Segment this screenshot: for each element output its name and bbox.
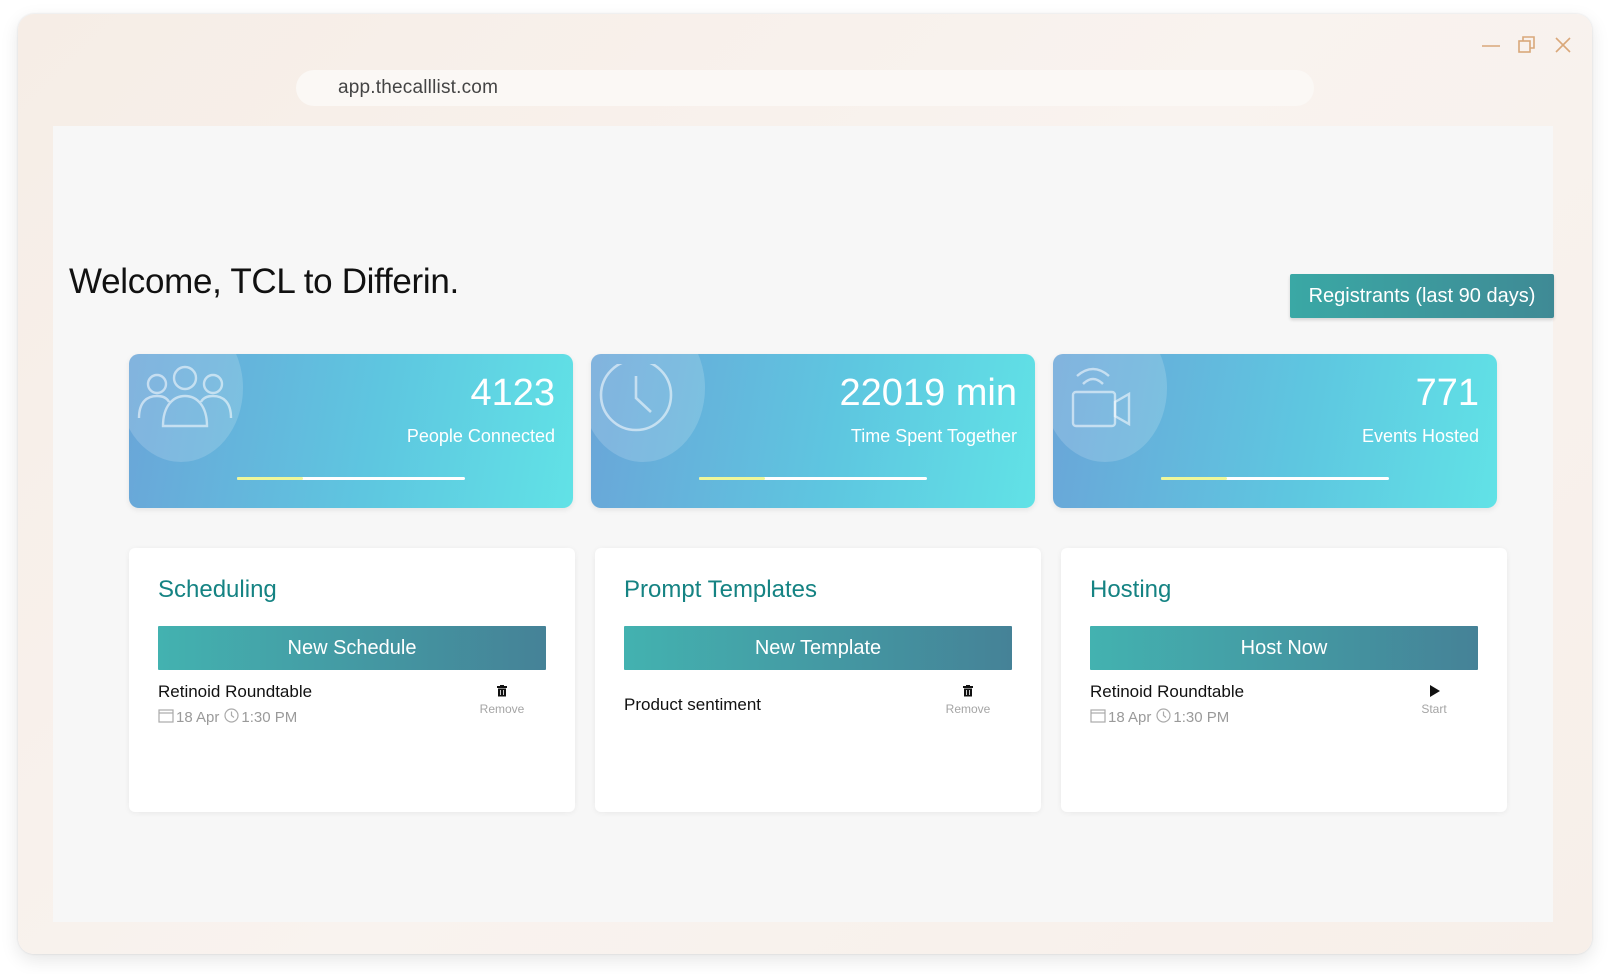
calendar-icon xyxy=(1090,708,1106,727)
list-item[interactable]: Retinoid Roundtable 18 Apr 1:30 PM Start xyxy=(1090,682,1478,727)
stat-card-time: 22019 min Time Spent Together xyxy=(591,354,1035,508)
clock-small-icon xyxy=(224,708,239,727)
item-time: 1:30 PM xyxy=(1173,709,1230,726)
remove-button[interactable]: Remove xyxy=(472,682,532,716)
scheduling-panel: Scheduling New Schedule Retinoid Roundta… xyxy=(129,548,575,812)
stat-progress-fill xyxy=(699,477,766,480)
restore-icon[interactable] xyxy=(1516,34,1538,56)
minimize-icon[interactable] xyxy=(1480,34,1502,56)
item-time: 1:30 PM xyxy=(241,709,298,726)
new-schedule-button[interactable]: New Schedule xyxy=(158,626,546,670)
item-date: 18 Apr xyxy=(176,709,220,726)
stat-card-events: 771 Events Hosted xyxy=(1053,354,1497,508)
stat-value: 771 xyxy=(1415,372,1479,414)
video-camera-icon xyxy=(1061,364,1141,439)
play-icon xyxy=(1404,682,1464,700)
stat-label: People Connected xyxy=(406,426,555,446)
panel-title: Scheduling xyxy=(158,576,277,603)
stat-progress-track xyxy=(699,477,927,480)
stat-progress-fill xyxy=(1161,477,1228,480)
trash-icon xyxy=(938,682,998,700)
stat-label: Events Hosted xyxy=(1361,426,1479,446)
remove-label: Remove xyxy=(479,702,525,716)
start-label: Start xyxy=(1421,702,1447,716)
window-controls xyxy=(1480,34,1574,56)
panel-title: Hosting xyxy=(1090,576,1172,603)
stat-value: 4123 xyxy=(470,372,555,414)
stat-value: 22019 min xyxy=(839,372,1017,414)
start-button[interactable]: Start xyxy=(1404,682,1464,716)
browser-window: app.thecalllist.com Welcome, TCL to Diff… xyxy=(18,14,1592,954)
stat-progress-fill xyxy=(237,477,304,480)
remove-label: Remove xyxy=(945,702,991,716)
address-bar[interactable]: app.thecalllist.com xyxy=(296,70,1314,106)
item-date: 18 Apr xyxy=(1108,709,1152,726)
list-item[interactable]: Product sentiment Remove xyxy=(624,682,1012,716)
stat-card-people: 4123 People Connected xyxy=(129,354,573,508)
url-text: app.thecalllist.com xyxy=(338,77,499,98)
page-title: Welcome, TCL to Differin. xyxy=(69,262,459,301)
trash-icon xyxy=(472,682,532,700)
calendar-icon xyxy=(158,708,174,727)
stat-label: Time Spent Together xyxy=(850,426,1017,446)
list-item[interactable]: Retinoid Roundtable 18 Apr 1:30 PM Remov… xyxy=(158,682,546,727)
new-template-button[interactable]: New Template xyxy=(624,626,1012,670)
stat-progress-track xyxy=(1161,477,1389,480)
panel-title: Prompt Templates xyxy=(624,576,817,603)
page-content: Welcome, TCL to Differin. Registrants (l… xyxy=(53,126,1554,922)
people-icon xyxy=(137,364,233,435)
prompt-templates-panel: Prompt Templates New Template Product se… xyxy=(595,548,1041,812)
hosting-panel: Hosting Host Now Retinoid Roundtable 18 … xyxy=(1061,548,1507,812)
close-icon[interactable] xyxy=(1552,34,1574,56)
remove-button[interactable]: Remove xyxy=(938,682,998,716)
clock-icon xyxy=(599,358,679,449)
host-now-button[interactable]: Host Now xyxy=(1090,626,1478,670)
registrants-button[interactable]: Registrants (last 90 days) xyxy=(1290,274,1554,318)
stat-progress-track xyxy=(237,477,465,480)
clock-small-icon xyxy=(1156,708,1171,727)
